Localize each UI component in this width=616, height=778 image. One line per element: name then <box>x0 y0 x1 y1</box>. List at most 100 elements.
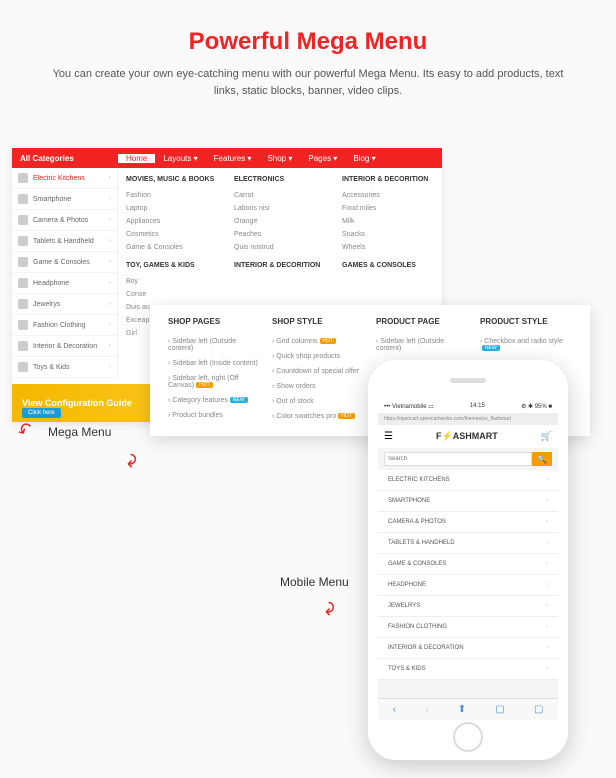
nav-blog[interactable]: Blog ▾ <box>345 154 383 163</box>
mobile-nav-item[interactable]: HEADPHONE› <box>378 575 558 596</box>
page-title: Powerful Mega Menu <box>0 0 616 56</box>
shop-link[interactable]: › Countdown of special offer <box>272 364 364 379</box>
hamburger-icon[interactable]: ☰ <box>384 431 393 442</box>
nav-label: FASHION CLOTHING <box>388 624 447 630</box>
shop-link[interactable]: › Product bundles <box>168 408 260 423</box>
forward-icon[interactable]: › <box>425 704 428 715</box>
chevron-right-icon: › <box>109 196 111 202</box>
mega-link[interactable]: Quis nostrud <box>234 241 326 254</box>
mega-column: INTERIOR & DECORITIONAccessoriesFood mil… <box>334 176 442 254</box>
sidebar-item[interactable]: Tablets & Handheld› <box>12 231 117 252</box>
sidebar-item[interactable]: Electric Kitchens › <box>12 168 117 189</box>
banner-button[interactable]: Click here <box>22 408 61 418</box>
phone-screen: ••• Vietnamobile ⚏ 14:15 ⚙ ✱ 95% ■ https… <box>378 400 558 720</box>
sidebar-item[interactable]: Fashion Clothing› <box>12 315 117 336</box>
chevron-right-icon: › <box>546 666 548 672</box>
mobile-nav-item[interactable]: SMARTPHONE› <box>378 491 558 512</box>
mobile-nav-item[interactable]: ELECTRIC KITCHENS› <box>378 470 558 491</box>
column-heading: TOY, GAMES & KIDS <box>126 262 218 269</box>
home-button[interactable] <box>453 722 483 752</box>
all-categories[interactable]: All Categories <box>12 154 118 163</box>
chevron-right-icon: › <box>546 540 548 546</box>
chevron-right-icon: › <box>546 624 548 630</box>
mega-link[interactable]: Cosmetics <box>126 228 218 241</box>
search-button[interactable]: 🔍 <box>532 452 552 466</box>
bookmarks-icon[interactable]: ▢ <box>495 704 504 715</box>
mobile-nav-item[interactable]: GAME & CONSOLES› <box>378 554 558 575</box>
mega-link[interactable]: Peaches <box>234 228 326 241</box>
sidebar-item-label: Headphone <box>33 280 69 287</box>
sidebar-item[interactable]: Camera & Photos› <box>12 210 117 231</box>
back-icon[interactable]: ‹ <box>393 704 396 715</box>
search-input[interactable] <box>384 452 532 466</box>
shop-link[interactable]: › Show orders <box>272 379 364 394</box>
mobile-label: Mobile Menu <box>280 575 349 589</box>
mega-link[interactable]: Snacks <box>342 228 434 241</box>
mobile-nav-item[interactable]: TOYS & KIDS› <box>378 659 558 680</box>
chevron-right-icon: › <box>109 217 111 223</box>
sidebar-item[interactable]: Toys & Kids› <box>12 357 117 378</box>
mega-link[interactable]: Wheels <box>342 241 434 254</box>
shop-link[interactable]: › Sidebar left (Outside content) <box>168 334 260 356</box>
shop-link[interactable]: › Quick shop products <box>272 349 364 364</box>
mobile-nav-item[interactable]: JEWELRYS› <box>378 596 558 617</box>
nav-features[interactable]: Features ▾ <box>206 154 260 163</box>
mega-link[interactable]: Orange <box>234 215 326 228</box>
mobile-nav-item[interactable]: TABLETS & HANDHELD› <box>378 533 558 554</box>
mega-label: Mega Menu <box>48 425 111 439</box>
shop-link[interactable]: › Category featuresNEW <box>168 393 260 408</box>
shop-link[interactable]: › Out of stock <box>272 394 364 409</box>
mega-link[interactable]: Accessories <box>342 189 434 202</box>
mega-link[interactable]: Conse <box>126 288 218 301</box>
nav-label: HEADPHONE <box>388 582 426 588</box>
mega-link[interactable]: Food miles <box>342 202 434 215</box>
sidebar-item[interactable]: Game & Consoles› <box>12 252 117 273</box>
battery: ⚙ ✱ 95% ■ <box>521 403 552 410</box>
chevron-right-icon: › <box>109 175 111 181</box>
sidebar-item[interactable]: Interior & Decoration› <box>12 336 117 357</box>
shop-link[interactable]: › Grid columnsHOT <box>272 334 364 349</box>
share-icon[interactable]: ⬆ <box>458 704 466 715</box>
column-heading: SHOP STYLE <box>272 317 364 326</box>
page-subtitle: You can create your own eye-catching men… <box>0 56 616 109</box>
logo[interactable]: F⚡ASHMART <box>436 431 498 442</box>
mega-link[interactable]: Fashion <box>126 189 218 202</box>
mega-link[interactable]: Carrot <box>234 189 326 202</box>
mega-link[interactable]: Laboris nisi <box>234 202 326 215</box>
nav-shop[interactable]: Shop ▾ <box>259 154 300 163</box>
sidebar-item[interactable]: Smartphone› <box>12 189 117 210</box>
nav-label: JEWELRYS <box>388 603 420 609</box>
category-icon <box>18 236 28 246</box>
mobile-nav-item[interactable]: FASHION CLOTHING › <box>378 617 558 638</box>
chevron-right-icon: › <box>546 561 548 567</box>
column-heading: PRODUCT PAGE <box>376 317 468 326</box>
sidebar-item-label: Electric Kitchens <box>33 175 85 182</box>
shop-link[interactable]: › Sidebar left (Outside content) <box>376 334 468 356</box>
sidebar-item-label: Jewelrys <box>33 301 60 308</box>
nav-pages[interactable]: Pages ▾ <box>300 154 345 163</box>
sidebar-item-label: Toys & Kids <box>33 364 70 371</box>
mega-link[interactable]: Milk <box>342 215 434 228</box>
mobile-nav-item[interactable]: CAMERA & PHOTOS› <box>378 512 558 533</box>
mega-link[interactable]: Boy <box>126 275 218 288</box>
phone-mockup: ••• Vietnamobile ⚏ 14:15 ⚙ ✱ 95% ■ https… <box>368 360 568 760</box>
nav-label: SMARTPHONE <box>388 498 430 504</box>
banner-text: View Configuration Guide <box>22 398 132 408</box>
tabs-icon[interactable]: ▢ <box>534 704 543 715</box>
mega-link[interactable]: Game & Consoles <box>126 241 218 254</box>
shop-link[interactable]: › Sidebar left (Inside content) <box>168 356 260 371</box>
mobile-nav-item[interactable]: INTERIOR & DECORATION› <box>378 638 558 659</box>
cart-icon[interactable]: 🛒 <box>541 431 552 442</box>
nav-home[interactable]: Home <box>118 154 155 163</box>
mega-link[interactable]: Appliances <box>126 215 218 228</box>
shop-link[interactable]: › Color swatches proHOT <box>272 409 364 424</box>
shop-link[interactable]: › Sidebar left, right (Off Canvas)HOT <box>168 371 260 393</box>
badge: HOT <box>338 413 355 419</box>
sidebar-item[interactable]: Headphone› <box>12 273 117 294</box>
url-bar[interactable]: https://opencart.opencartworks.com/theme… <box>378 413 558 425</box>
top-navbar: All Categories Home Layouts ▾ Features ▾… <box>12 148 442 168</box>
shop-link[interactable]: › Checkbox and radio styleNEW <box>480 334 572 356</box>
nav-layouts[interactable]: Layouts ▾ <box>155 154 205 163</box>
mega-link[interactable]: Laptop <box>126 202 218 215</box>
sidebar-item[interactable]: Jewelrys› <box>12 294 117 315</box>
